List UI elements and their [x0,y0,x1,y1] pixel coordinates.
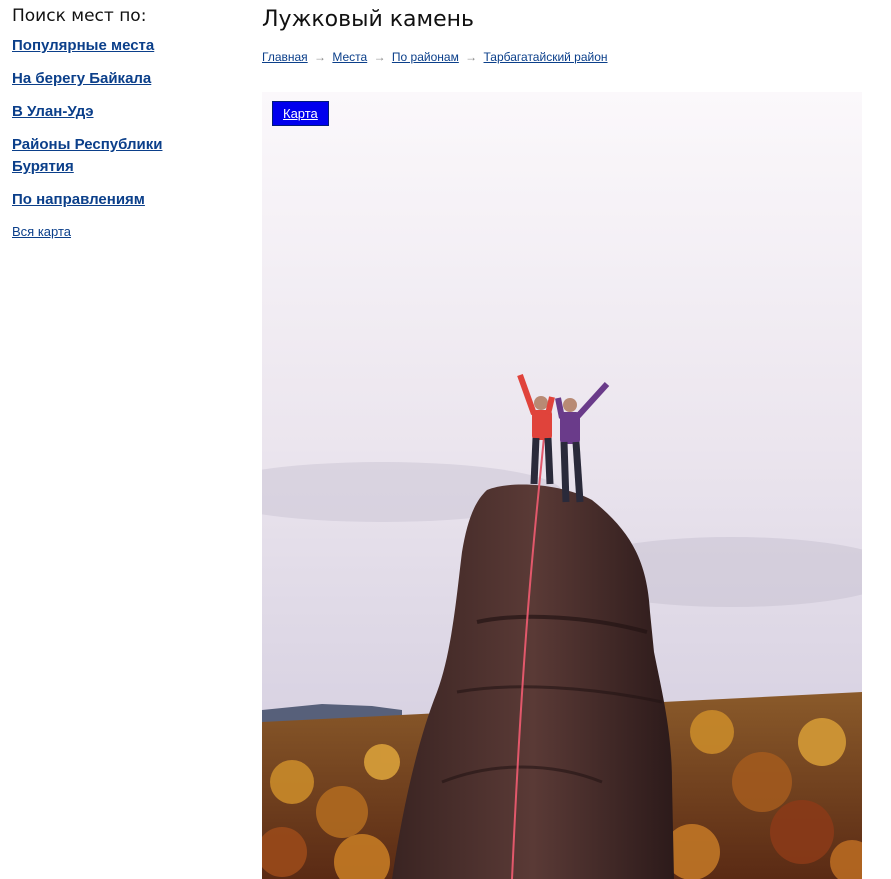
sidebar-link-popular[interactable]: Популярные места [12,37,154,54]
sidebar-item-baikal: На берегу Байкала [12,68,242,90]
map-button[interactable]: Карта [272,101,329,126]
sidebar-link-districts[interactable]: Районы Республики Бурятия [12,136,162,175]
breadcrumb-places[interactable]: Места [332,50,367,64]
sidebar-link-directions[interactable]: По направлениям [12,191,145,208]
place-photo[interactable]: Карта [262,92,862,879]
breadcrumb-separator: → [373,50,386,64]
breadcrumb-home[interactable]: Главная [262,50,308,64]
sidebar-item-ulan-ude: В Улан-Удэ [12,101,242,123]
sidebar-link-ulan-ude[interactable]: В Улан-Удэ [12,103,94,120]
main-content: Лужковый камень Главная → Места → По рай… [262,0,862,64]
sidebar-link-baikal[interactable]: На берегу Байкала [12,70,151,87]
sidebar: Поиск мест по: Популярные места На берег… [12,6,242,241]
rock-photo-illustration [262,92,862,879]
breadcrumb-tarbagatai[interactable]: Тарбагатайский район [484,50,608,64]
breadcrumb-separator: → [465,50,478,64]
page-title: Лужковый камень [262,7,475,32]
breadcrumb: Главная → Места → По районам → Тарбагата… [262,50,862,64]
full-map-link[interactable]: Вся карта [12,224,71,239]
breadcrumb-separator: → [314,50,327,64]
sidebar-heading: Поиск мест по: [12,6,147,26]
breadcrumb-by-district[interactable]: По районам [392,50,459,64]
sidebar-item-directions: По направлениям [12,189,242,211]
sidebar-item-popular: Популярные места [12,35,242,57]
sidebar-item-districts: Районы Республики Бурятия [12,134,187,178]
sidebar-nav: Популярные места На берегу Байкала В Ула… [12,35,242,211]
